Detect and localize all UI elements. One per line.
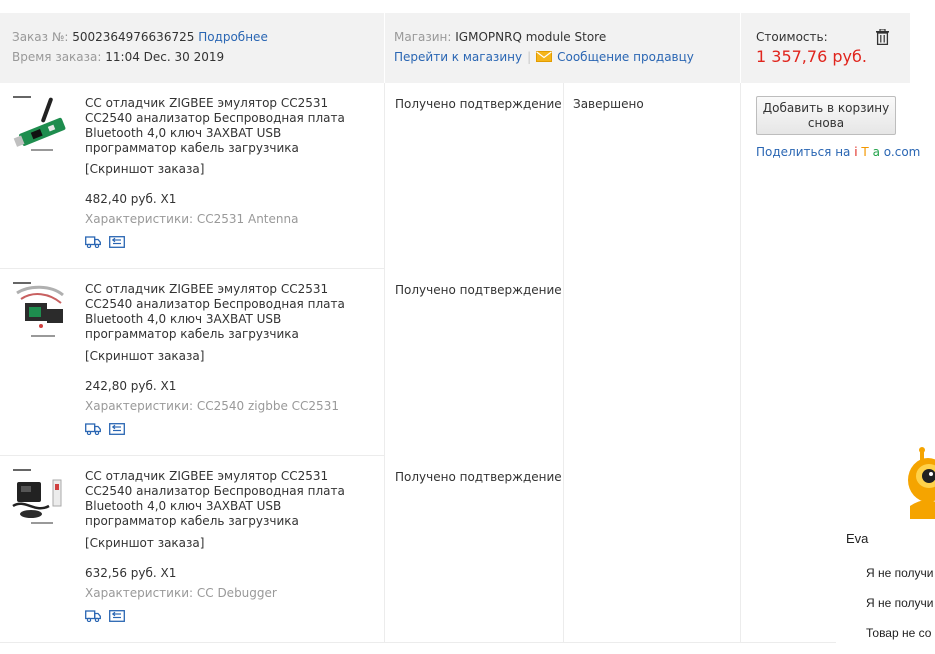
product-thumbnail[interactable] bbox=[11, 95, 71, 155]
delivery-truck-icon[interactable] bbox=[85, 423, 101, 435]
product-specs: Характеристики: CC Debugger bbox=[85, 586, 277, 600]
order-snapshot-link[interactable]: [Скриншот заказа] bbox=[85, 162, 204, 176]
store-line: Магазин: IGMOPNRQ module Store bbox=[394, 30, 606, 44]
itao-logo-letter: i bbox=[854, 145, 858, 159]
order-card: Заказ №: 5002364976636725 Подробнее Врем… bbox=[0, 0, 920, 654]
chat-message[interactable]: Товар не со bbox=[866, 626, 931, 640]
product-row: CC отладчик ZIGBEE эмулятор CC2531 CC254… bbox=[0, 456, 384, 642]
order-time-line: Время заказа: 11:04 Dec. 30 2019 bbox=[12, 50, 224, 64]
trash-icon[interactable] bbox=[876, 29, 889, 45]
share-suffix: .com bbox=[890, 145, 921, 159]
envelope-icon bbox=[536, 51, 553, 62]
header-divider bbox=[740, 13, 741, 83]
order-total-price: 1 357,76 руб. bbox=[756, 47, 867, 66]
product-icons bbox=[85, 423, 125, 435]
itao-logo-letter: a bbox=[872, 145, 880, 159]
product-specs: Характеристики: CC2540 zigbbe CC2531 bbox=[85, 399, 339, 413]
share-link[interactable]: Поделиться на i T a o.com bbox=[756, 145, 920, 159]
add-to-cart-again-button[interactable]: Добавить в корзину снова bbox=[756, 96, 896, 135]
chat-mascot-icon[interactable] bbox=[902, 446, 935, 519]
chat-message[interactable]: Я не получи bbox=[866, 596, 934, 610]
itao-logo-letter: T bbox=[861, 145, 869, 159]
order-header: Заказ №: 5002364976636725 Подробнее Врем… bbox=[0, 13, 910, 83]
product-price: 482,40 руб. X1 bbox=[85, 192, 177, 206]
column-divider bbox=[563, 83, 564, 643]
product-status: Получено подтверждение bbox=[395, 283, 562, 297]
product-specs: Характеристики: CC2531 Antenna bbox=[85, 212, 299, 226]
product-thumbnail[interactable] bbox=[11, 468, 71, 528]
product-title[interactable]: CC отладчик ZIGBEE эмулятор CC2531 CC254… bbox=[85, 469, 375, 529]
return-icon[interactable] bbox=[109, 610, 125, 622]
return-icon[interactable] bbox=[109, 236, 125, 248]
store-name: IGMOPNRQ module Store bbox=[455, 30, 607, 44]
chat-agent-name: Eva bbox=[846, 531, 869, 546]
row-divider bbox=[0, 642, 910, 643]
cost-label: Стоимость: bbox=[756, 30, 828, 44]
chat-panel[interactable]: Eva Я не получи Я не получи Товар не со bbox=[836, 521, 935, 654]
product-title[interactable]: CC отладчик ZIGBEE эмулятор CC2531 CC254… bbox=[85, 96, 375, 156]
product-status: Получено подтверждение bbox=[395, 470, 562, 484]
delivery-truck-icon[interactable] bbox=[85, 610, 101, 622]
store-actions: Перейти к магазину | Сообщение продавцу bbox=[394, 50, 694, 64]
column-divider bbox=[740, 83, 741, 643]
product-price: 632,56 руб. X1 bbox=[85, 566, 177, 580]
order-snapshot-link[interactable]: [Скриншот заказа] bbox=[85, 349, 204, 363]
share-prefix: Поделиться на bbox=[756, 145, 851, 159]
product-icons bbox=[85, 610, 125, 622]
product-row: CC отладчик ZIGBEE эмулятор CC2531 CC254… bbox=[0, 269, 384, 455]
order-number: 5002364976636725 bbox=[72, 30, 195, 44]
return-icon[interactable] bbox=[109, 423, 125, 435]
order-time-label: Время заказа: bbox=[12, 50, 102, 64]
order-details-link[interactable]: Подробнее bbox=[198, 30, 268, 44]
product-price: 242,80 руб. X1 bbox=[85, 379, 177, 393]
link-separator: | bbox=[527, 50, 532, 64]
order-number-line: Заказ №: 5002364976636725 Подробнее bbox=[12, 30, 268, 44]
product-icons bbox=[85, 236, 125, 248]
message-seller-link[interactable]: Сообщение продавцу bbox=[557, 50, 694, 64]
column-divider bbox=[384, 83, 385, 643]
store-label: Магазин: bbox=[394, 30, 452, 44]
itao-logo-letter: o bbox=[883, 145, 891, 159]
chat-message[interactable]: Я не получи bbox=[866, 566, 934, 580]
order-number-label: Заказ №: bbox=[12, 30, 69, 44]
header-divider bbox=[384, 13, 385, 83]
order-snapshot-link[interactable]: [Скриншот заказа] bbox=[85, 536, 204, 550]
product-row: CC отладчик ZIGBEE эмулятор CC2531 CC254… bbox=[0, 83, 384, 269]
goto-store-link[interactable]: Перейти к магазину bbox=[394, 50, 522, 64]
product-status: Получено подтверждение bbox=[395, 97, 562, 111]
order-time: 11:04 Dec. 30 2019 bbox=[105, 50, 225, 64]
order-status: Завершено bbox=[573, 97, 644, 111]
product-thumbnail[interactable] bbox=[11, 281, 71, 341]
delivery-truck-icon[interactable] bbox=[85, 236, 101, 248]
product-title[interactable]: CC отладчик ZIGBEE эмулятор CC2531 CC254… bbox=[85, 282, 375, 342]
